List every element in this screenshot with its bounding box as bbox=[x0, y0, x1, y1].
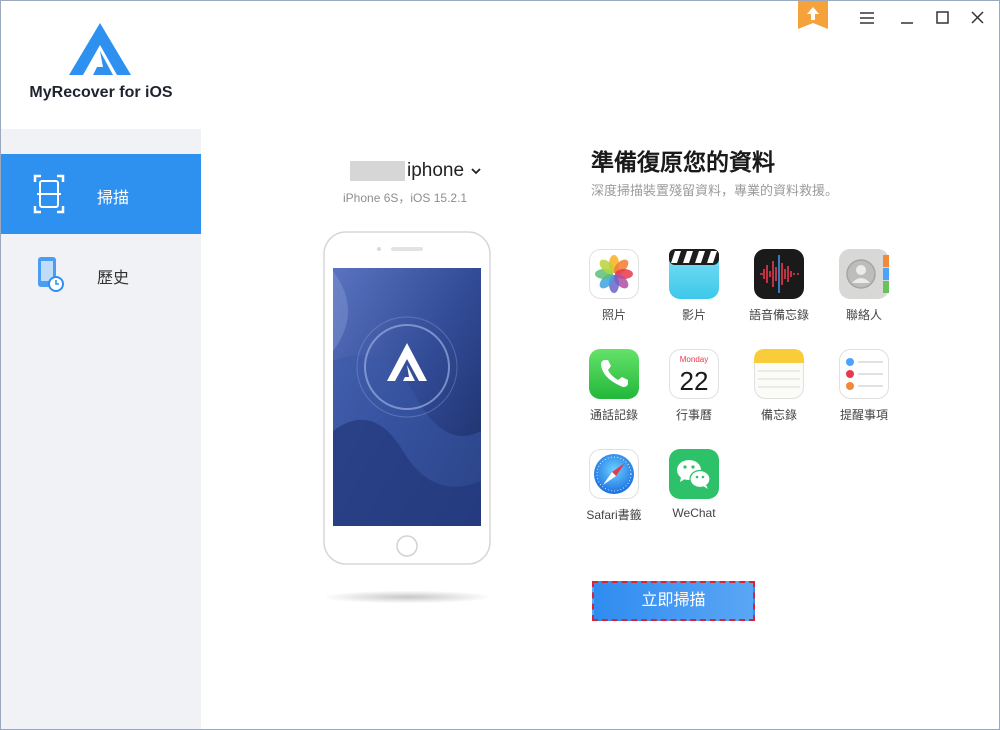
reminders-icon bbox=[839, 349, 889, 399]
category-safari-bookmarks[interactable]: Safari書籤 bbox=[579, 449, 649, 533]
phone-shadow bbox=[326, 591, 489, 603]
category-label: Safari書籤 bbox=[586, 508, 642, 522]
notes-icon bbox=[754, 349, 804, 399]
sidebar-header: MyRecover for iOS bbox=[1, 1, 201, 129]
category-label: 聯絡人 bbox=[845, 308, 882, 322]
sidebar-item-label: 掃描 bbox=[97, 190, 130, 207]
app-name: MyRecover for iOS bbox=[29, 84, 173, 101]
category-label: 行事曆 bbox=[675, 408, 712, 422]
category-wechat[interactable]: WeChat bbox=[659, 449, 729, 533]
minimize-icon[interactable] bbox=[896, 7, 918, 29]
device-info: iPhone 6S，iOS 15.2.1 bbox=[343, 191, 468, 205]
category-label: 影片 bbox=[681, 308, 706, 322]
app-logo-icon bbox=[69, 23, 131, 75]
app-window: MyRecover for iOS 掃描 歷史 iphone iPhone 6S… bbox=[0, 0, 1000, 730]
category-photos[interactable]: 照片 bbox=[579, 249, 649, 333]
sidebar-item-label: 歷史 bbox=[97, 270, 130, 287]
category-label: 提醒事項 bbox=[839, 408, 888, 422]
sidebar-item-history[interactable]: 歷史 bbox=[1, 234, 201, 314]
chevron-down-icon bbox=[471, 168, 481, 175]
scan-now-button[interactable]: 立即掃描 bbox=[592, 581, 755, 621]
category-label: 通話記錄 bbox=[589, 408, 638, 422]
category-label: 照片 bbox=[601, 308, 626, 322]
device-selector[interactable]: iphone bbox=[350, 160, 482, 182]
scan-icon bbox=[33, 174, 65, 214]
contacts-icon bbox=[839, 249, 889, 299]
calendar-weekday: Monday bbox=[680, 355, 708, 364]
safari-icon bbox=[589, 449, 639, 499]
category-reminders[interactable]: 提醒事項 bbox=[829, 349, 899, 433]
category-label: 語音備忘錄 bbox=[748, 308, 809, 322]
calendar-day: 22 bbox=[680, 366, 709, 396]
category-contacts[interactable]: 聯絡人 bbox=[829, 249, 899, 333]
wechat-icon bbox=[669, 449, 719, 499]
upgrade-icon[interactable] bbox=[798, 1, 828, 31]
phone-illustration bbox=[323, 231, 491, 565]
device-name-mask bbox=[350, 161, 405, 181]
sidebar-item-scan[interactable]: 掃描 bbox=[1, 154, 201, 234]
category-voice-memos[interactable]: 語音備忘錄 bbox=[744, 249, 814, 333]
category-label: WeChat bbox=[672, 506, 716, 520]
phone-icon bbox=[589, 349, 639, 399]
device-name: iphone bbox=[407, 160, 465, 181]
menu-icon[interactable] bbox=[856, 7, 878, 29]
page-subtitle: 深度掃描裝置殘留資料，專業的資料救援。 bbox=[591, 183, 839, 198]
page-title: 準備復原您的資料 bbox=[591, 149, 775, 175]
close-icon[interactable] bbox=[966, 7, 988, 29]
category-label: 備忘錄 bbox=[760, 408, 797, 422]
maximize-icon[interactable] bbox=[931, 7, 953, 29]
category-videos[interactable]: 影片 bbox=[659, 249, 729, 333]
voice-memos-icon bbox=[754, 249, 804, 299]
photos-icon bbox=[589, 249, 639, 299]
sidebar: MyRecover for iOS 掃描 歷史 bbox=[1, 1, 201, 729]
category-notes[interactable]: 備忘錄 bbox=[744, 349, 814, 433]
calendar-icon: Monday 22 bbox=[669, 349, 719, 399]
category-call-history[interactable]: 通話記錄 bbox=[579, 349, 649, 433]
history-icon bbox=[38, 257, 64, 292]
category-calendar[interactable]: Monday 22 行事曆 bbox=[659, 349, 729, 433]
videos-icon bbox=[669, 249, 719, 299]
